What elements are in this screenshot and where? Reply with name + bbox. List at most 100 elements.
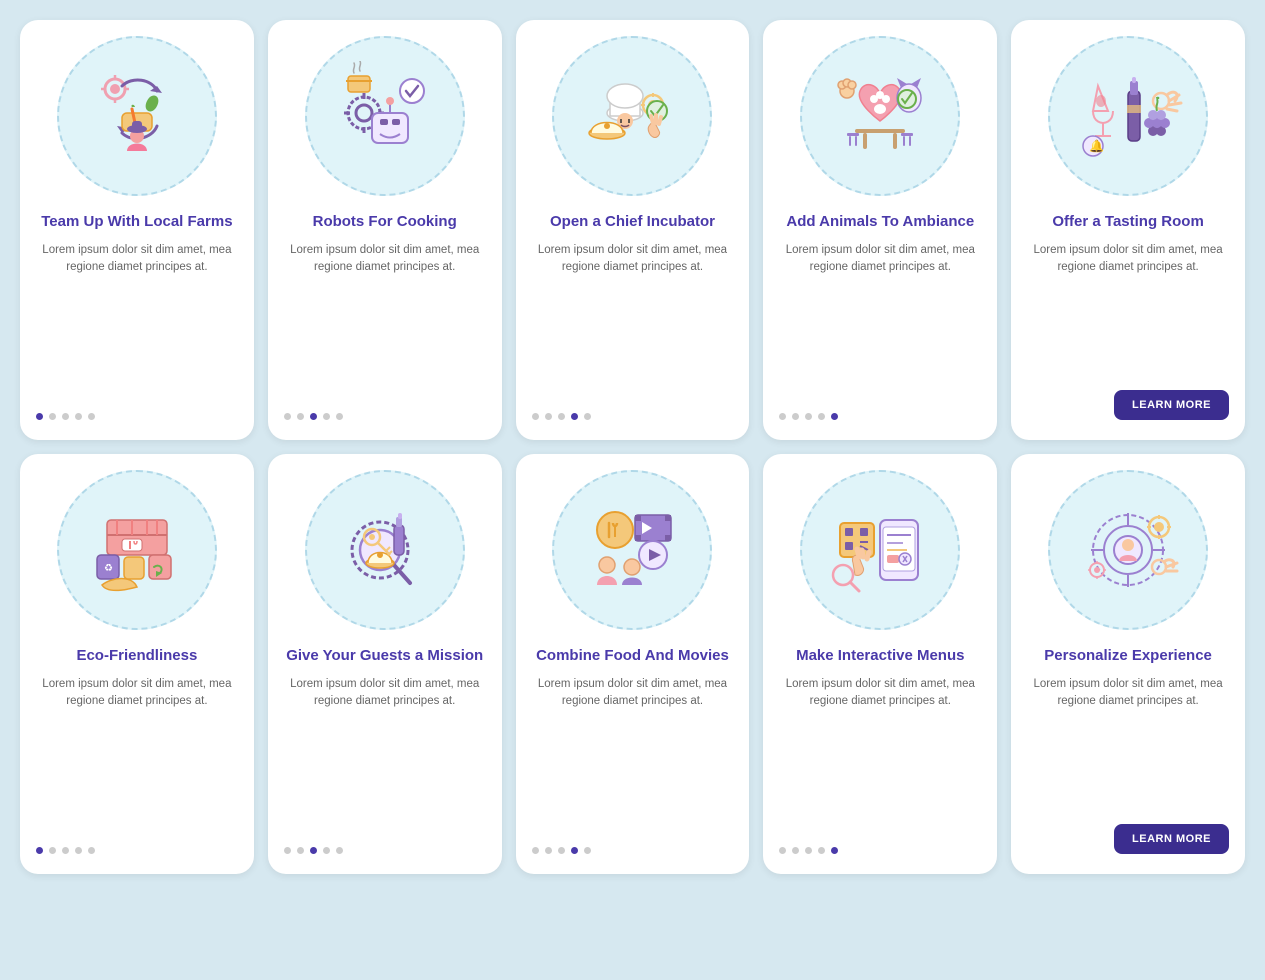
dot-1-4 (75, 413, 82, 420)
card-footer-9 (779, 847, 981, 854)
personalize-icon (1073, 495, 1183, 605)
card-title-6: Eco-Friendliness (76, 646, 197, 666)
card-icon-area-10 (1048, 470, 1208, 630)
card-tasting-room: 🔔 Offer a Tasting Room Lorem ipsum dolor… (1011, 20, 1245, 440)
card-title-4: Add Animals To Ambiance (786, 212, 974, 232)
card-footer-8 (532, 847, 734, 854)
card-body-9: Lorem ipsum dolor sit dim amet, mea regi… (779, 676, 981, 834)
dot-7-1 (284, 847, 291, 854)
card-icon-area-5: 🔔 (1048, 36, 1208, 196)
dot-8-2 (545, 847, 552, 854)
dot-4-4 (818, 413, 825, 420)
dot-9-3 (805, 847, 812, 854)
card-eco-friendliness: ♻ Eco-Friendliness Lorem ipsum dolor sit… (20, 454, 254, 874)
dot-9-4 (818, 847, 825, 854)
card-footer-1 (36, 413, 238, 420)
dot-8-5 (584, 847, 591, 854)
dot-3-3 (558, 413, 565, 420)
dot-8-1 (532, 847, 539, 854)
dot-7-5 (336, 847, 343, 854)
card-title-8: Combine Food And Movies (536, 646, 729, 666)
eco-icon: ♻ (82, 495, 192, 605)
food-movies-icon (577, 495, 687, 605)
card-footer-3 (532, 413, 734, 420)
card-chief-incubator: Open a Chief Incubator Lorem ipsum dolor… (516, 20, 750, 440)
card-body-2: Lorem ipsum dolor sit dim amet, mea regi… (284, 242, 486, 400)
card-title-7: Give Your Guests a Mission (286, 646, 483, 666)
dot-9-5 (831, 847, 838, 854)
card-grid: Team Up With Local Farms Lorem ipsum dol… (20, 20, 1245, 874)
card-footer-2 (284, 413, 486, 420)
dot-2-4 (323, 413, 330, 420)
card-footer-6 (36, 847, 238, 854)
card-footer-7 (284, 847, 486, 854)
dot-3-4 (571, 413, 578, 420)
dot-9-1 (779, 847, 786, 854)
card-body-6: Lorem ipsum dolor sit dim amet, mea regi… (36, 676, 238, 834)
card-body-7: Lorem ipsum dolor sit dim amet, mea regi… (284, 676, 486, 834)
card-title-1: Team Up With Local Farms (41, 212, 232, 232)
card-body-1: Lorem ipsum dolor sit dim amet, mea regi… (36, 242, 238, 400)
dot-2-2 (297, 413, 304, 420)
dot-1-1 (36, 413, 43, 420)
dot-2-1 (284, 413, 291, 420)
learn-more-button-2[interactable]: LEARN MORE (1114, 824, 1229, 854)
card-title-2: Robots For Cooking (313, 212, 457, 232)
dot-9-2 (792, 847, 799, 854)
dot-6-3 (62, 847, 69, 854)
card-icon-area-7 (305, 470, 465, 630)
card-body-8: Lorem ipsum dolor sit dim amet, mea regi… (532, 676, 734, 834)
card-icon-area-6: ♻ (57, 470, 217, 630)
tasting-room-icon: 🔔 (1073, 61, 1183, 171)
card-body-3: Lorem ipsum dolor sit dim amet, mea regi… (532, 242, 734, 400)
card-interactive-menus: Make Interactive Menus Lorem ipsum dolor… (763, 454, 997, 874)
card-title-3: Open a Chief Incubator (550, 212, 715, 232)
menus-icon (825, 495, 935, 605)
card-body-4: Lorem ipsum dolor sit dim amet, mea regi… (779, 242, 981, 400)
card-body-10: Lorem ipsum dolor sit dim amet, mea regi… (1027, 676, 1229, 811)
learn-more-button-1[interactable]: LEARN MORE (1114, 390, 1229, 420)
dot-1-2 (49, 413, 56, 420)
card-animals-ambiance: Add Animals To Ambiance Lorem ipsum dolo… (763, 20, 997, 440)
dot-6-1 (36, 847, 43, 854)
dot-6-5 (88, 847, 95, 854)
farms-icon (82, 61, 192, 171)
dot-7-4 (323, 847, 330, 854)
dot-3-5 (584, 413, 591, 420)
dot-3-1 (532, 413, 539, 420)
dot-7-2 (297, 847, 304, 854)
card-personalize-experience: Personalize Experience Lorem ipsum dolor… (1011, 454, 1245, 874)
svg-text:🔔: 🔔 (1089, 139, 1104, 153)
dot-6-4 (75, 847, 82, 854)
card-footer-10: LEARN MORE (1027, 824, 1229, 854)
card-guests-mission: Give Your Guests a Mission Lorem ipsum d… (268, 454, 502, 874)
dot-1-5 (88, 413, 95, 420)
card-team-up-farms: Team Up With Local Farms Lorem ipsum dol… (20, 20, 254, 440)
card-icon-area-2 (305, 36, 465, 196)
card-food-movies: Combine Food And Movies Lorem ipsum dolo… (516, 454, 750, 874)
dot-4-3 (805, 413, 812, 420)
dot-4-5 (831, 413, 838, 420)
animals-icon (825, 61, 935, 171)
dot-4-2 (792, 413, 799, 420)
mission-icon (330, 495, 440, 605)
card-footer-4 (779, 413, 981, 420)
incubator-icon (577, 61, 687, 171)
card-icon-area-8 (552, 470, 712, 630)
card-icon-area-3 (552, 36, 712, 196)
dot-6-2 (49, 847, 56, 854)
card-icon-area-9 (800, 470, 960, 630)
dot-8-4 (571, 847, 578, 854)
robots-icon (330, 61, 440, 171)
svg-text:♻: ♻ (104, 563, 113, 574)
dot-7-3 (310, 847, 317, 854)
dot-2-3 (310, 413, 317, 420)
card-footer-5: LEARN MORE (1027, 390, 1229, 420)
card-body-5: Lorem ipsum dolor sit dim amet, mea regi… (1027, 242, 1229, 377)
card-icon-area-1 (57, 36, 217, 196)
card-title-5: Offer a Tasting Room (1052, 212, 1203, 232)
card-title-10: Personalize Experience (1044, 646, 1212, 666)
dot-3-2 (545, 413, 552, 420)
dot-1-3 (62, 413, 69, 420)
card-title-9: Make Interactive Menus (796, 646, 964, 666)
